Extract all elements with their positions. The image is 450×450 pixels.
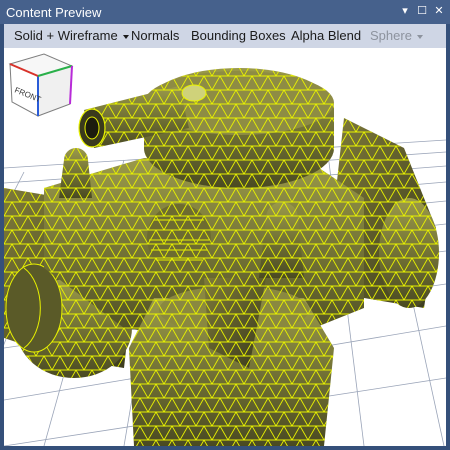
close-icon[interactable]: ✕ — [432, 4, 446, 18]
view-cube[interactable]: FRONT — [4, 48, 76, 120]
normals-toggle[interactable]: Normals — [131, 28, 179, 44]
preview-toolbar: Solid + Wireframe Normals Bounding Boxes… — [4, 24, 446, 49]
3d-viewport[interactable]: FRONT — [4, 48, 446, 446]
window-menu-dropdown-icon[interactable]: ▾ — [398, 4, 412, 18]
title-bar: Content Preview ▾ ☐ ✕ — [0, 0, 450, 24]
preview-shape-dropdown[interactable]: Sphere — [370, 28, 423, 44]
content-preview-window: Content Preview ▾ ☐ ✕ Solid + Wireframe … — [0, 0, 450, 450]
maximize-icon[interactable]: ☐ — [415, 4, 429, 18]
window-title: Content Preview — [6, 5, 102, 20]
chevron-down-icon — [416, 34, 423, 39]
chevron-down-icon — [122, 34, 129, 39]
preview-shape-label: Sphere — [370, 28, 412, 43]
render-mode-dropdown[interactable]: Solid + Wireframe — [14, 28, 129, 44]
render-mode-label: Solid + Wireframe — [14, 28, 118, 43]
alpha-blend-toggle[interactable]: Alpha Blend — [291, 28, 361, 44]
bounding-boxes-toggle[interactable]: Bounding Boxes — [191, 28, 286, 44]
